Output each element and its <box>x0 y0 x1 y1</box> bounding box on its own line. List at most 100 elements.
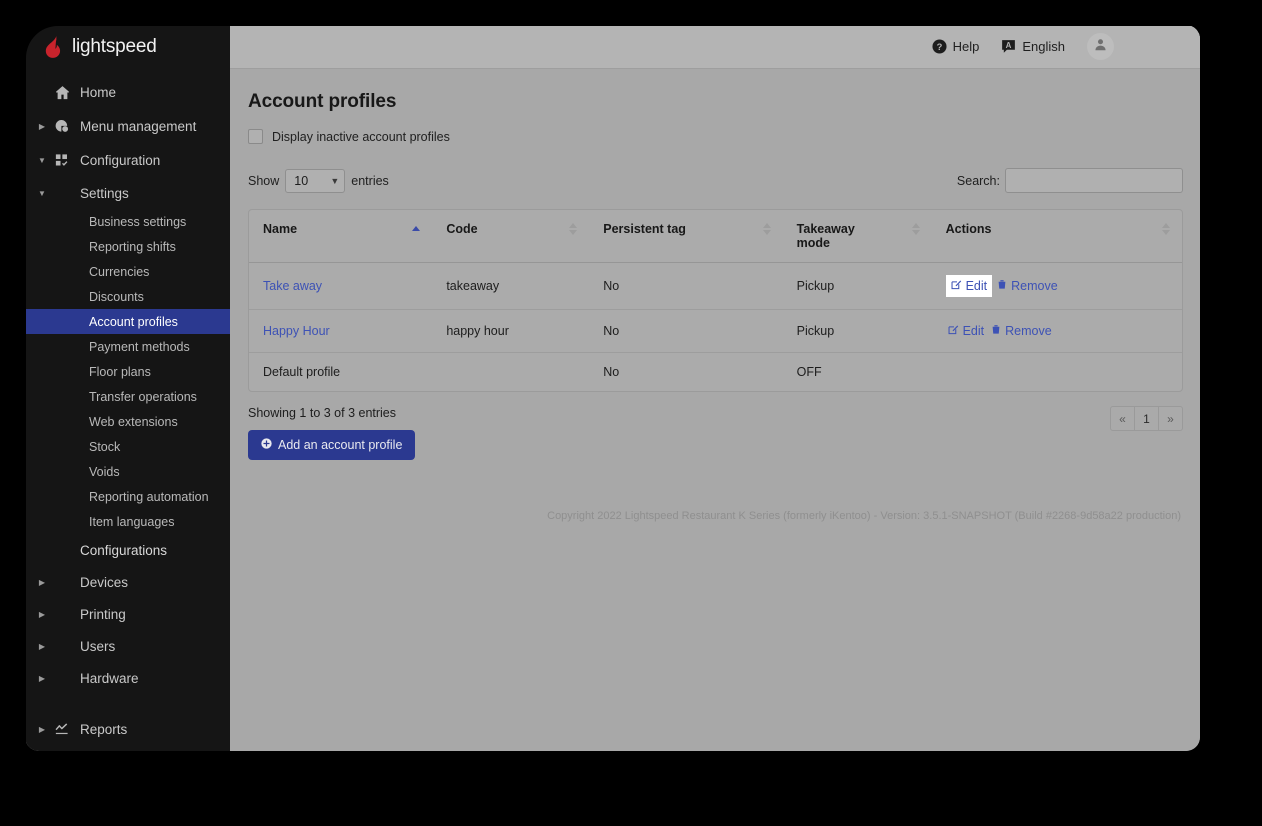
browser-window: lightspeed Home ▶ Menu management ▼ Configur… <box>25 25 1200 751</box>
sidebar-item-stock[interactable]: Stock <box>25 434 230 459</box>
sidebar-item-hardware[interactable]: ▶ Hardware <box>25 662 230 694</box>
sidebar-item-menu-management[interactable]: ▶ Menu management <box>25 109 230 143</box>
chevron-right-icon[interactable]: ▶ <box>33 122 51 131</box>
sidebar-item-hours[interactable]: ▶Hours <box>25 746 230 751</box>
help-button[interactable]: ? Help <box>932 39 979 54</box>
sidebar-item-discounts[interactable]: Discounts <box>25 284 230 309</box>
sidebar-item-label: Configurations <box>80 542 168 558</box>
table-row: Default profile No OFF <box>249 353 1182 392</box>
sidebar-item-label: Menu management <box>80 118 197 134</box>
column-header-label: Takeaway mode <box>796 222 855 250</box>
sidebar-nav: Home ▶ Menu management ▼ Configuration ▼ Setti… <box>25 69 230 751</box>
page-length-select[interactable]: 102550100 <box>285 168 346 193</box>
sidebar-item-users[interactable]: ▶ Users <box>25 630 230 662</box>
actions-group: Edit Remove <box>945 275 1060 297</box>
cell-name: Take away <box>249 262 433 310</box>
sort-indicator-icon[interactable] <box>911 223 920 235</box>
sidebar-item-item-languages[interactable]: Item languages <box>25 509 230 534</box>
profile-name-link[interactable]: Take away <box>263 279 322 293</box>
sidebar-item-reporting-automation[interactable]: Reporting automation <box>25 484 230 509</box>
language-label: English <box>1022 39 1065 54</box>
chevron-right-icon[interactable]: ▶ <box>33 578 51 587</box>
column-header-name[interactable]: Name <box>249 210 433 263</box>
language-button[interactable]: A English <box>1001 39 1065 54</box>
profile-name-link[interactable]: Happy Hour <box>263 324 330 338</box>
sidebar-item-home[interactable]: Home <box>25 75 230 109</box>
sidebar-item-label: Reporting automation <box>89 489 209 504</box>
sort-indicator-icon[interactable] <box>762 223 771 235</box>
remove-action-link[interactable]: Remove <box>989 322 1054 340</box>
sidebar-item-payment-methods[interactable]: Payment methods <box>25 334 230 359</box>
sort-indicator-icon[interactable] <box>1162 223 1170 235</box>
sidebar-item-reporting-shifts[interactable]: Reporting shifts <box>25 234 230 259</box>
account-profiles-table: Name Code Persistent tag Takeaway mode Actio… <box>249 210 1182 391</box>
column-header-code[interactable]: Code <box>432 210 590 263</box>
cell-actions: Edit Remove <box>931 309 1182 353</box>
column-header-actions[interactable]: Actions <box>931 210 1182 263</box>
sidebar-item-transfer-operations[interactable]: Transfer operations <box>25 384 230 409</box>
cell-takeaway-mode: OFF <box>796 365 822 379</box>
pagination-next-button[interactable]: » <box>1158 406 1183 431</box>
blocks-icon <box>51 153 73 167</box>
chevron-right-icon[interactable]: ▶ <box>33 674 51 683</box>
sidebar-item-voids[interactable]: Voids <box>25 459 230 484</box>
display-inactive-label: Display inactive account profiles <box>272 129 450 144</box>
chevron-down-icon[interactable]: ▼ <box>33 156 51 165</box>
entries-label: entries <box>351 173 389 188</box>
edit-action-link[interactable]: Edit <box>946 322 987 340</box>
brand-logo[interactable]: lightspeed <box>25 25 230 69</box>
sidebar-item-business-settings[interactable]: Business settings <box>25 209 230 234</box>
remove-action-link[interactable]: Remove <box>995 277 1060 295</box>
cell-actions <box>932 353 1182 392</box>
sidebar-item-reports[interactable]: ▶ Reports <box>25 712 230 746</box>
column-header-persistent-tag[interactable]: Persistent tag <box>589 210 783 263</box>
table-body: Take away takeaway No Pickup Edit Remove Happy… <box>249 262 1182 392</box>
sidebar-scroll-area[interactable]: lightspeed Home ▶ Menu management ▼ Configur… <box>25 25 230 751</box>
sidebar-item-label: Settings <box>80 185 129 201</box>
sidebar-item-label: Floor plans <box>89 364 151 379</box>
search-input[interactable] <box>1005 168 1183 193</box>
main-area: ? Help A English Account profiles Displa <box>230 25 1200 751</box>
pagination-page-1[interactable]: 1 <box>1134 406 1159 431</box>
sidebar-item-configurations[interactable]: Configurations <box>25 534 230 566</box>
sidebar-item-web-extensions[interactable]: Web extensions <box>25 409 230 434</box>
sort-indicator-icon[interactable] <box>569 223 578 235</box>
sidebar-item-label: Voids <box>89 464 120 479</box>
sidebar-separator <box>25 694 230 712</box>
sidebar-item-configuration[interactable]: ▼ Configuration <box>25 143 230 177</box>
edit-action-link[interactable]: Edit <box>945 275 993 297</box>
sidebar: lightspeed Home ▶ Menu management ▼ Configur… <box>25 25 230 751</box>
chevron-right-icon[interactable]: ▶ <box>33 610 51 619</box>
user-avatar-button[interactable] <box>1087 33 1114 60</box>
chevron-down-icon[interactable]: ▼ <box>33 189 51 198</box>
pencil-square-icon <box>948 324 959 338</box>
footer-left: Showing 1 to 3 of 3 entries Add an accou… <box>248 406 416 460</box>
sidebar-item-label: Configuration <box>80 152 161 168</box>
search-label: Search: <box>956 173 1000 188</box>
table-row: Take away takeaway No Pickup Edit Remove <box>249 262 1182 310</box>
sidebar-item-currencies[interactable]: Currencies <box>25 259 230 284</box>
sidebar-item-account-profiles[interactable]: Account profiles <box>25 309 230 334</box>
user-icon <box>1094 38 1107 56</box>
chevron-right-icon[interactable]: ▶ <box>33 642 51 651</box>
sidebar-item-floor-plans[interactable]: Floor plans <box>25 359 230 384</box>
pencil-square-icon <box>951 279 962 293</box>
chevron-right-icon[interactable]: ▶ <box>33 725 51 734</box>
top-bar: ? Help A English <box>230 25 1200 69</box>
display-inactive-checkbox[interactable] <box>248 129 263 144</box>
sidebar-item-settings[interactable]: ▼ Settings <box>25 177 230 209</box>
cell-code: happy hour <box>432 309 590 353</box>
sidebar-item-printing[interactable]: ▶ Printing <box>25 598 230 630</box>
sort-indicator-icon[interactable] <box>412 226 421 231</box>
sidebar-item-label: Web extensions <box>89 414 178 429</box>
add-account-profile-label: Add an account profile <box>278 438 403 452</box>
svg-text:?: ? <box>936 42 942 52</box>
add-account-profile-button[interactable]: Add an account profile <box>248 430 416 460</box>
sidebar-item-devices[interactable]: ▶ Devices <box>25 566 230 598</box>
plus-circle-icon <box>261 438 272 452</box>
pagination-previous-button[interactable]: « <box>1110 406 1135 431</box>
column-header-takeaway-mode[interactable]: Takeaway mode <box>782 210 932 263</box>
lightspeed-flame-icon <box>44 36 64 58</box>
svg-text:A: A <box>1006 41 1012 50</box>
cell-code <box>432 353 589 392</box>
